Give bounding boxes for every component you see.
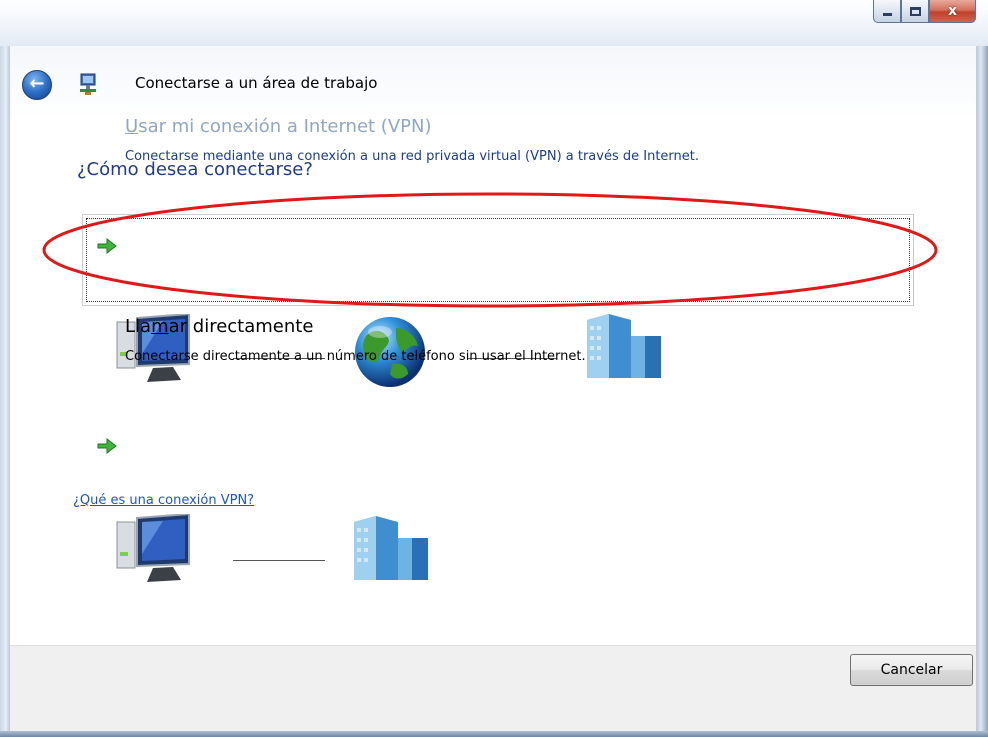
computer-icon: [116, 514, 190, 582]
close-button[interactable]: x: [929, 0, 976, 23]
title-bar[interactable]: x: [0, 0, 988, 46]
green-arrow-icon: [97, 237, 117, 255]
minimize-icon: [882, 13, 892, 16]
wizard-window: x ← Conectarse a un área de trabajo ¿Cóm…: [0, 0, 988, 737]
vpn-option-link[interactable]: Usar mi conexión a Internet (VPN): [125, 116, 431, 137]
dial-option-title: ar directamente: [168, 316, 314, 337]
what-is-vpn-link[interactable]: ¿Qué es una conexión VPN?: [73, 493, 254, 508]
focus-rectangle: [86, 218, 910, 302]
minimize-button[interactable]: [873, 0, 901, 23]
maximize-button[interactable]: [901, 0, 929, 23]
cancel-button[interactable]: Cancelar: [850, 654, 973, 686]
vpn-option-description: Conectarse mediante una conexión a una r…: [125, 149, 700, 164]
caption-buttons: x: [873, 0, 976, 24]
maximize-icon: [909, 6, 921, 16]
vpn-option-focus-box[interactable]: [82, 214, 914, 306]
dial-option-title-prefix: Lla: [125, 316, 152, 337]
close-icon: x: [947, 3, 958, 19]
dial-option-description: Conectarse directamente a un número de t…: [125, 349, 586, 364]
dial-option-mnemonic: m: [151, 316, 169, 337]
wizard-footer: Cancelar: [10, 645, 976, 732]
wizard-header: ← Conectarse a un área de trabajo: [10, 46, 976, 121]
network-connection-icon: [80, 73, 96, 95]
vpn-option-title: sar mi conexión a Internet (VPN): [138, 116, 432, 137]
back-arrow-icon: ←: [29, 73, 45, 94]
office-building-icon: [587, 314, 661, 378]
window-frame-right: [976, 0, 988, 737]
office-building-icon: [354, 516, 428, 580]
green-arrow-icon: [97, 437, 117, 455]
page-title: Conectarse a un área de trabajo: [135, 74, 378, 92]
window-frame-left: [0, 0, 10, 737]
dial-directly-option-link[interactable]: Llamar directamente: [125, 316, 313, 337]
window-frame-bottom: [0, 731, 988, 737]
vpn-option-mnemonic: U: [125, 116, 139, 137]
back-button[interactable]: ←: [22, 70, 52, 100]
connection-line: [233, 560, 325, 561]
